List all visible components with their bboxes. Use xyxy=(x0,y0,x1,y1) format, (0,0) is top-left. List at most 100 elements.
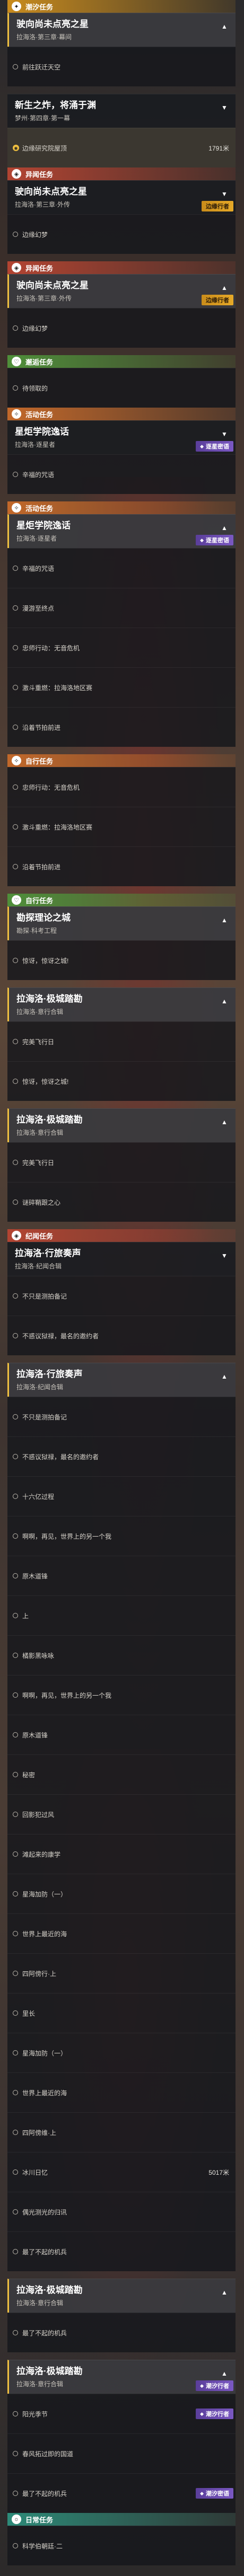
objective-item[interactable]: 滩起来的康学 xyxy=(7,1834,236,1874)
objective-item[interactable]: 偶光测光的归讯 xyxy=(7,2192,236,2231)
objective-bullet-icon xyxy=(13,2050,18,2055)
objective-item[interactable]: 待领取的 xyxy=(7,368,236,408)
objective-item[interactable]: 啊啊，再见，世界上的另一个我 xyxy=(7,1516,236,1556)
quest-card[interactable]: 驶向尚未点亮之星 拉海洛·第三章·外传 ▲ 边缘行者 xyxy=(7,274,236,308)
quest-card[interactable]: 拉海洛·行旅奏声 拉海洛·纪闻合辑 ▲ xyxy=(7,1363,236,1397)
objective-item[interactable]: 谜碎鞘跟之心 xyxy=(7,1182,236,1222)
quest-card[interactable]: 拉海洛·极城踏勘 拉海洛·意行合辑 ▲ xyxy=(7,2279,236,2313)
objective-text: 十六亿过程 xyxy=(22,1493,55,1501)
objective-item[interactable]: 不惑议狱禄，最名的邀约者 xyxy=(7,1436,236,1476)
objective-item[interactable]: 原木道锋 xyxy=(7,1715,236,1754)
quest-card[interactable]: 驶向尚未点亮之星 拉海洛·第三章·幕间 ▲ xyxy=(7,13,236,47)
objective-item[interactable]: 科学伯朝廷·二 xyxy=(7,2526,236,2565)
category-header[interactable]: ◈ 纪闻任务 xyxy=(7,1229,236,1242)
objective-item[interactable]: 完美飞行日 xyxy=(7,1142,236,1182)
objective-item[interactable]: 上 xyxy=(7,1595,236,1635)
objective-item[interactable]: 星海加防（一） xyxy=(7,1874,236,1913)
objective-item[interactable]: 最了不起的机兵 潮汐密语 xyxy=(7,2473,236,2513)
quest-badge: 潮汐行者 xyxy=(196,2380,233,2391)
chevron-up-icon[interactable]: ▲ xyxy=(219,21,230,32)
objective-item[interactable]: 不惑议狱禄，最名的邀约者 xyxy=(7,1316,236,1355)
objective-item[interactable]: 四阿傍维·上 xyxy=(7,2112,236,2152)
rift-icon: ◈ xyxy=(12,1231,21,1240)
category-header[interactable]: ✦ 潮汐任务 xyxy=(7,0,236,13)
chevron-down-icon[interactable]: ▼ xyxy=(219,102,230,113)
chevron-up-icon[interactable]: ▲ xyxy=(219,282,230,294)
quest-card[interactable]: 星炬学院逸话拉海洛·逐星者 ▲逐星密语 xyxy=(7,514,236,548)
quest-card[interactable]: 勘探理论之城 勘探·科考工程 ▲ xyxy=(7,906,236,940)
objective-item[interactable]: 最了不起的机兵 xyxy=(7,2313,236,2352)
category-header[interactable]: ◈ 异闻任务 xyxy=(7,261,236,274)
objective-item[interactable]: 边缘幻梦 xyxy=(7,308,236,348)
objective-item[interactable]: 星海加防（一） xyxy=(7,2033,236,2072)
objective-bullet-icon xyxy=(13,784,18,790)
category-header[interactable]: ✧ 活动任务 xyxy=(7,408,236,420)
chevron-up-icon[interactable]: ▲ xyxy=(219,995,230,1007)
objective-item[interactable]: 忠师行动：无音危机 xyxy=(7,767,236,807)
objective-item[interactable]: 世界上最近的海 xyxy=(7,1913,236,1953)
objective-item[interactable]: ◉ 边缘研究院屋顶 1791米 xyxy=(7,128,236,167)
objective-item[interactable]: 不只是测拍备记 xyxy=(7,1276,236,1316)
objective-item[interactable]: 不只是测拍备记 xyxy=(7,1397,236,1436)
quest-card[interactable]: 拉海洛·行旅奏声 拉海洛·纪闻合辑 ▼ xyxy=(7,1242,236,1276)
chevron-up-icon[interactable]: ▲ xyxy=(219,1371,230,1382)
quest-card[interactable]: 新生之炸，将涌于渊 梦州·第四章·第一幕 ▼ xyxy=(7,94,236,128)
objective-item[interactable]: 惊讶，惊讶之城! xyxy=(7,1061,236,1101)
quest-card[interactable]: 星炬学院逸话拉海洛·逐星者 ▼逐星密语 xyxy=(7,420,236,454)
objective-item[interactable]: 最了不起的机兵 xyxy=(7,2231,236,2271)
category-header[interactable]: ✧ 自行任务 xyxy=(7,754,236,767)
category-header[interactable]: ☼ 日常任务 xyxy=(7,2513,236,2526)
chevron-up-icon[interactable]: ▲ xyxy=(219,1116,230,1128)
objective-item[interactable]: 惊讶，惊讶之城! xyxy=(7,940,236,980)
objective-item[interactable]: 忠师行动：无音危机 xyxy=(7,628,236,667)
objective-text: 激斗重燃：拉海洛地区赛 xyxy=(22,823,93,831)
objective-item[interactable]: 橘影黑咏咏 xyxy=(7,1635,236,1675)
objective-item[interactable]: 冰川日忆 5017米 xyxy=(7,2152,236,2192)
objective-item[interactable]: 回影犯过风 xyxy=(7,1794,236,1834)
objective-bullet-icon xyxy=(13,2010,18,2016)
quest-card[interactable]: 拉海洛·极城踏勘拉海洛·意行合辑 ▲潮汐行者 xyxy=(7,2360,236,2394)
objective-item[interactable]: 阳光季节 潮汐行者 xyxy=(7,2394,236,2433)
chevron-up-icon[interactable]: ▲ xyxy=(219,2287,230,2298)
objective-item[interactable]: 秘密 xyxy=(7,1754,236,1794)
quest-card[interactable]: 拉海洛·极城踏勘 拉海洛·意行合辑 ▲ xyxy=(7,1108,236,1142)
objective-bullet-icon xyxy=(13,1533,18,1539)
chevron-down-icon[interactable]: ▼ xyxy=(219,1250,230,1261)
category-header[interactable]: ♡ 邂逅任务 xyxy=(7,355,236,368)
quest-card[interactable]: 驶向尚未点亮之星 拉海洛·第三章·外传 ▼ 边缘行者 xyxy=(7,180,236,214)
chevron-up-icon[interactable]: ▲ xyxy=(219,914,230,926)
objective-item[interactable]: 完美飞行日 xyxy=(7,1021,236,1061)
chevron-down-icon[interactable]: ▼ xyxy=(219,428,230,440)
chevron-up-icon[interactable]: ▲ xyxy=(219,522,230,534)
objective-item[interactable]: 沿着节拍前进 xyxy=(7,707,236,747)
objective-item[interactable]: 十六亿过程 xyxy=(7,1476,236,1516)
objective-item[interactable]: 辛福的咒语 xyxy=(7,454,236,494)
objective-badge: 潮汐密语 xyxy=(196,2488,233,2499)
objective-item[interactable]: 激斗重燃：拉海洛地区赛 xyxy=(7,807,236,846)
category-header[interactable]: ✧ 活动任务 xyxy=(7,501,236,514)
objective-item[interactable]: 春风拓过即的国道 xyxy=(7,2433,236,2473)
objective-item[interactable]: 辛福的咒语 xyxy=(7,548,236,588)
objective-item[interactable]: 里长 xyxy=(7,1993,236,2033)
objective-text: 不只是测拍备记 xyxy=(22,1413,67,1421)
quest-list[interactable]: ✦ 潮汐任务 驶向尚未点亮之星 拉海洛·第三章·幕间 ▲ 前往跃迁天空新生之炸，将涌于渊梦… xyxy=(0,0,244,2565)
chevron-down-icon[interactable]: ▼ xyxy=(219,188,230,200)
objective-item[interactable]: 四阿傍行·上 xyxy=(7,1953,236,1993)
quest-subtitle: 拉海洛·意行合辑 xyxy=(16,2380,63,2388)
category-header[interactable]: ◈ 异闻任务 xyxy=(7,167,236,180)
objective-item[interactable]: 前往跃迁天空 xyxy=(7,47,236,86)
objective-item[interactable]: 原木道锋 xyxy=(7,1556,236,1595)
objective-item[interactable]: 漫游至终点 xyxy=(7,588,236,628)
objective-text: 星海加防（一） xyxy=(22,2049,67,2057)
objective-item[interactable]: 沿着节拍前进 xyxy=(7,846,236,886)
objective-item[interactable]: 边缘幻梦 xyxy=(7,214,236,254)
category-header[interactable]: ♡ 自行任务 xyxy=(7,894,236,906)
objective-item[interactable]: 激斗重燃：拉海洛地区赛 xyxy=(7,667,236,707)
quest-card[interactable]: 拉海洛·极城踏勘 拉海洛·意行合辑 ▲ xyxy=(7,987,236,1021)
quest-title: 驶向尚未点亮之星 xyxy=(16,19,89,29)
objective-bullet-icon xyxy=(13,566,18,571)
objective-item[interactable]: 世界上最近的海 xyxy=(7,2072,236,2112)
objective-bullet-icon xyxy=(13,2411,18,2416)
objective-item[interactable]: 啊啊，再见，世界上的另一个我 xyxy=(7,1675,236,1715)
chevron-up-icon[interactable]: ▲ xyxy=(219,2368,230,2379)
